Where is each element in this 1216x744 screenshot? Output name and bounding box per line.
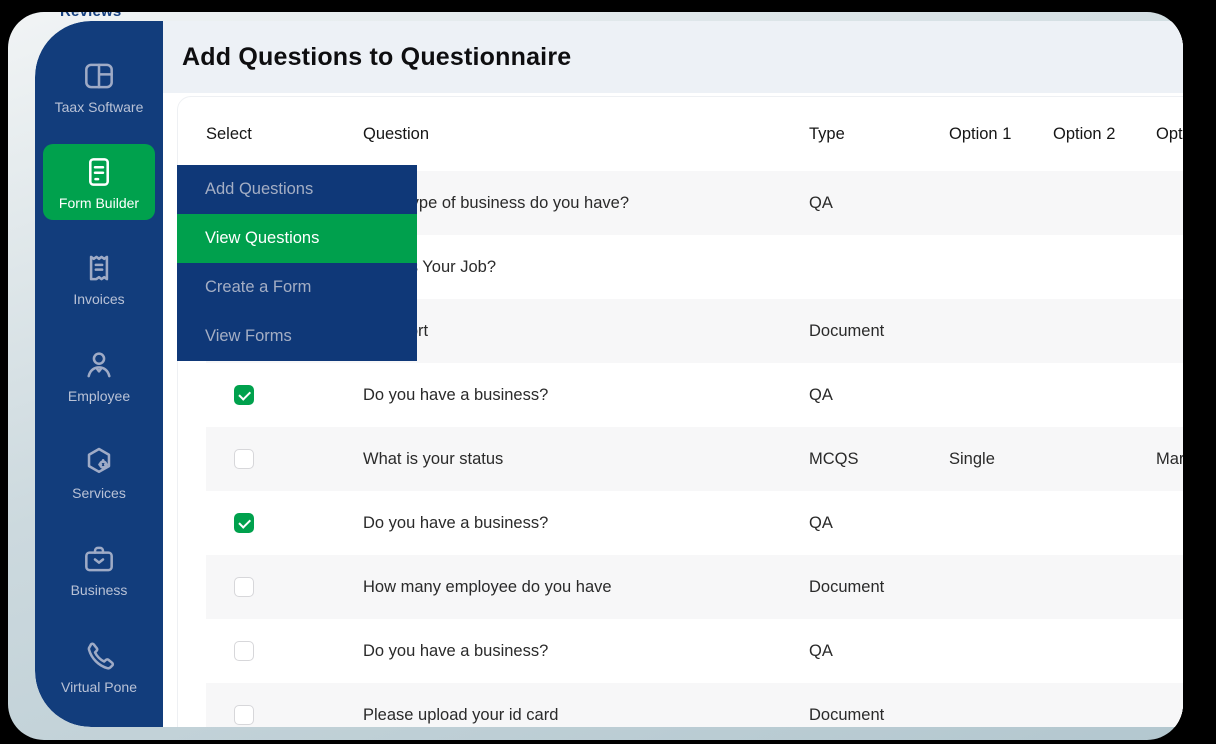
table-row: Please upload your id card Document [206, 683, 1183, 727]
cell-type: QA [809, 194, 949, 213]
person-tie-icon [80, 346, 118, 384]
column-header: Type [809, 125, 949, 144]
phone-icon [80, 637, 118, 675]
sidebar: Taax Software Form Builder Invoices Empl… [35, 21, 163, 727]
sidebar-item-form-builder[interactable]: Form Builder [43, 144, 155, 220]
background-nav-item-reviews: Reviews [60, 12, 121, 20]
sidebar-item-virtual-pone[interactable]: Virtual Pone [43, 627, 155, 705]
submenu-item-view-forms[interactable]: View Forms [177, 312, 417, 361]
cell-question: Do you have a business? [363, 514, 809, 533]
row-checkbox[interactable] [234, 577, 254, 597]
column-header: Select [206, 125, 363, 144]
table-row: Do you have a business? QA [206, 491, 1183, 555]
submenu-item-add-questions[interactable]: Add Questions [177, 165, 417, 214]
backdrop: Reviews Taax Software Form Builder Invoi… [8, 12, 1183, 740]
table-row: What is your status MCQS Single Married [206, 427, 1183, 491]
cell-question: Do you have a business? [363, 642, 809, 661]
cell-option1: Single [949, 450, 1053, 469]
briefcase-icon [80, 540, 118, 578]
row-checkbox[interactable] [234, 513, 254, 533]
row-checkbox[interactable] [234, 385, 254, 405]
cell-type: QA [809, 514, 949, 533]
column-header: Option 2 [1053, 125, 1156, 144]
cell-question: What type of business do you have? [363, 194, 809, 213]
sidebar-item-invoices[interactable]: Invoices [43, 239, 155, 317]
row-checkbox[interactable] [234, 705, 254, 725]
table-header-row: SelectQuestionTypeOption 1Option 2Option… [206, 97, 1183, 171]
cell-type: QA [809, 642, 949, 661]
cell-question: Please upload your id card [363, 706, 809, 725]
column-header: Question [363, 125, 809, 144]
row-checkbox[interactable] [234, 641, 254, 661]
cell-type: Document [809, 578, 949, 597]
grid-window-icon [80, 57, 118, 95]
table-row: Do you have a business? QA [206, 619, 1183, 683]
row-checkbox[interactable] [234, 449, 254, 469]
column-header: Option 1 [949, 125, 1053, 144]
table-row: How many employee do you have Document [206, 555, 1183, 619]
cell-question: How many employee do you have [363, 578, 809, 597]
hexagon-gear-icon [80, 443, 118, 481]
sidebar-item-taax-software[interactable]: Taax Software [43, 47, 155, 125]
cell-question: Do you have a business? [363, 386, 809, 405]
submenu-item-view-questions[interactable]: View Questions [177, 214, 417, 263]
cell-type: QA [809, 386, 949, 405]
app-window: Taax Software Form Builder Invoices Empl… [35, 21, 1183, 727]
receipt-icon [80, 249, 118, 287]
cell-type: Document [809, 706, 949, 725]
submenu-item-create-a-form[interactable]: Create a Form [177, 263, 417, 312]
title-bar: Add Questions to Questionnaire [163, 21, 1183, 93]
form-document-icon [80, 153, 118, 191]
form-builder-submenu: Add QuestionsView QuestionsCreate a Form… [177, 165, 417, 361]
page-title: Add Questions to Questionnaire [182, 43, 571, 72]
cell-question: What is your status [363, 450, 809, 469]
sidebar-item-employee[interactable]: Employee [43, 336, 155, 414]
column-header: Option 3 [1156, 125, 1183, 144]
table-row: Do you have a business? QA [206, 363, 1183, 427]
cell-type: MCQS [809, 450, 949, 469]
cell-question: Passport [363, 322, 809, 341]
cell-question: What is Your Job? [363, 258, 809, 277]
cell-option3: Married [1156, 450, 1183, 469]
main-content: Add Questions to Questionnaire SelectQue… [163, 21, 1183, 727]
cell-type: Document [809, 322, 949, 341]
sidebar-item-business[interactable]: Business [43, 530, 155, 608]
sidebar-item-services[interactable]: Services [43, 433, 155, 511]
